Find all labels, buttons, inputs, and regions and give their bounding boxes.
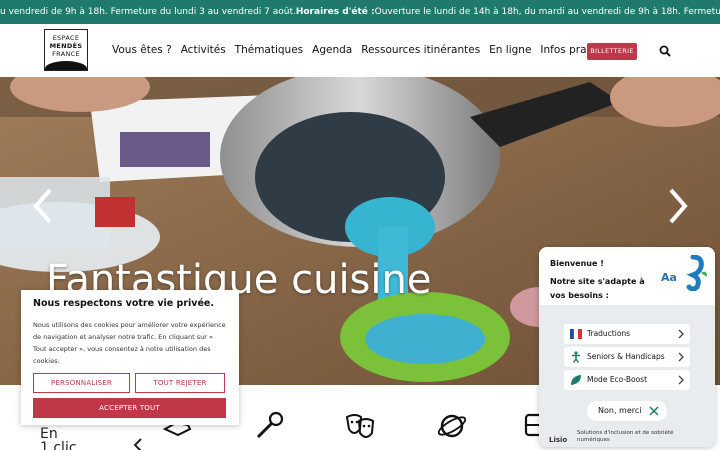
widget-header: Bienvenue ! Notre site s'adapte à vos be…	[539, 247, 715, 305]
widget-message: Notre site s'adapte à vos besoins :	[550, 277, 645, 300]
leaf-icon	[571, 375, 581, 385]
nav-item-ressources[interactable]: Ressources itinérantes	[361, 44, 480, 56]
widget-options: Traductions Seniors & Handicaps Mode Eco…	[539, 305, 715, 447]
nav-item-thematiques[interactable]: Thématiques	[235, 44, 303, 56]
theater-masks-icon[interactable]	[343, 409, 377, 443]
widget-hello: Bienvenue !	[550, 259, 604, 268]
widget-aa-label: Aa	[661, 271, 677, 284]
ticker-text-a: u vendredi de 9h à 18h. Fermeture du lun…	[0, 7, 296, 17]
cookie-customize-button[interactable]: PERSONNALISER	[33, 373, 130, 393]
accessibility-widget: Bienvenue ! Notre site s'adapte à vos be…	[539, 247, 715, 447]
microphone-icon[interactable]	[252, 409, 286, 443]
ticker-bold: Horaires d'été :	[295, 7, 375, 17]
slider-next-icon[interactable]	[667, 187, 689, 225]
widget-no-thanks-label: Non, merci	[598, 406, 642, 415]
ticker-text-b: Ouverture le lundi de 14h à 18h, du mard…	[374, 7, 720, 17]
widget-no-thanks-button[interactable]: Non, merci	[587, 401, 667, 421]
info-ticker: u vendredi de 9h à 18h. Fermeture du lun…	[0, 0, 720, 24]
widget-ecoboost-label: Mode Eco-Boost	[587, 375, 648, 384]
search-icon[interactable]	[659, 45, 671, 57]
seahorse-mascot-icon	[686, 255, 707, 291]
close-icon	[649, 406, 659, 416]
slider-prev-icon[interactable]	[32, 187, 54, 225]
logo-line-3: FRANCE	[52, 50, 80, 58]
main-nav: Vous êtes ? Activités Thématiques Agenda…	[112, 44, 619, 56]
chevron-right-icon	[678, 329, 684, 339]
cookie-banner: Nous respectons votre vie privée. Nous u…	[21, 290, 239, 425]
nav-item-agenda[interactable]: Agenda	[312, 44, 352, 56]
nav-item-en-ligne[interactable]: En ligne	[489, 44, 531, 56]
chevron-right-icon	[678, 375, 684, 385]
nav-item-vous-etes[interactable]: Vous êtes ?	[112, 44, 172, 56]
quick-links-title: En 1 clic	[40, 427, 77, 450]
billetterie-button[interactable]: BILLETTERIE	[587, 43, 637, 60]
french-flag-icon	[570, 328, 582, 340]
cookie-accept-button[interactable]: ACCEPTER TOUT	[33, 398, 226, 418]
widget-seniors-label: Seniors & Handicaps	[587, 352, 665, 361]
quick-links-title-2: 1 clic	[40, 440, 77, 450]
cookie-title: Nous respectons votre vie privée.	[33, 298, 214, 309]
logo-arc	[45, 61, 87, 70]
widget-translations-item[interactable]: Traductions	[564, 324, 690, 344]
widget-footer-text[interactable]: Solutions d'inclusion et de sobriété num…	[577, 430, 707, 444]
widget-translations-label: Traductions	[587, 329, 631, 338]
widget-seniors-item[interactable]: Seniors & Handicaps	[564, 347, 690, 367]
site-header: ESPACE MENDÈS FRANCE Vous êtes ? Activit…	[0, 24, 720, 77]
accessibility-person-icon	[572, 351, 580, 363]
cookie-text: Nous utilisons des cookies pour améliore…	[33, 321, 226, 365]
logo-line-2: MENDÈS	[49, 42, 83, 50]
nav-item-activites[interactable]: Activités	[181, 44, 226, 56]
cookie-reject-button[interactable]: TOUT REJETER	[135, 373, 225, 393]
site-logo[interactable]: ESPACE MENDÈS FRANCE	[44, 29, 88, 71]
chevron-right-icon	[678, 352, 684, 362]
chevron-left-icon[interactable]	[133, 438, 143, 450]
logo-line-1: ESPACE	[52, 34, 80, 42]
lisio-logo[interactable]: Lisio	[549, 436, 567, 444]
widget-ecoboost-item[interactable]: Mode Eco-Boost	[564, 370, 690, 390]
quick-links-title-1: En	[40, 426, 58, 442]
planet-icon[interactable]	[435, 409, 469, 443]
